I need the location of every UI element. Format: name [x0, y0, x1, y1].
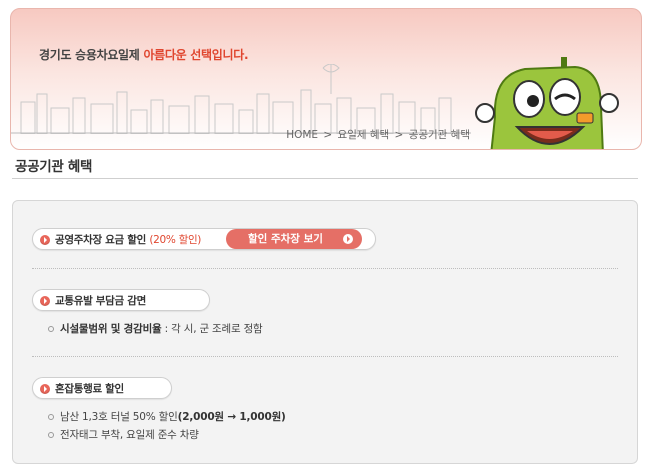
bullet-arrow-icon — [40, 384, 50, 394]
title-divider — [12, 178, 638, 179]
parking-discount-label: 공영주차장 요금 할인 — [55, 234, 146, 246]
section-divider — [32, 268, 618, 269]
city-skyline-illustration — [11, 64, 471, 134]
bullet-arrow-icon — [40, 235, 50, 245]
header-banner: 경기도 승용차요일제 아름다운 선택입니다. HOME > 요일제 혜택 > 공… — [10, 8, 642, 150]
view-discount-parking-label: 할인 주차장 보기 — [248, 233, 323, 245]
bullet-icon — [48, 432, 54, 438]
bullet-icon — [48, 414, 54, 420]
congestion-fee-detail-2-text: 전자태그 부착, 요일제 준수 차량 — [60, 429, 199, 441]
breadcrumb: HOME > 요일제 혜택 > 공공기관 혜택 — [285, 127, 471, 142]
tagline-prefix: 경기도 승용차요일제 — [39, 48, 140, 62]
bullet-icon — [48, 326, 54, 332]
breadcrumb-home[interactable]: HOME — [286, 129, 318, 141]
car-mascot-illustration — [475, 57, 619, 149]
breadcrumb-current: 공공기관 혜택 — [408, 129, 470, 141]
congestion-fee-label: 혼잡통행료 할인 — [55, 383, 124, 395]
congestion-fee-heading: 혼잡통행료 할인 — [32, 377, 172, 399]
page-title: 공공기관 혜택 — [15, 159, 93, 175]
section-divider — [32, 356, 618, 357]
traffic-fee-detail-text: : 각 시, 군 조례로 정함 — [164, 323, 263, 335]
congestion-fee-detail-2: 전자태그 부착, 요일제 준수 차량 — [48, 427, 199, 442]
breadcrumb-separator: > — [323, 129, 333, 141]
parking-discount-rate: (20% 할인) — [149, 234, 202, 246]
view-discount-parking-button[interactable]: 할인 주차장 보기 — [226, 229, 362, 249]
breadcrumb-separator: > — [394, 129, 404, 141]
breadcrumb-benefits[interactable]: 요일제 혜택 — [338, 129, 390, 141]
traffic-fee-heading: 교통유발 부담금 감면 — [32, 289, 210, 311]
tagline-accent: 아름다운 선택입니다. — [143, 48, 249, 62]
congestion-fee-detail-1-text: 남산 1,3호 터널 50% 할인 — [60, 411, 178, 423]
traffic-fee-detail-bold: 시설물범위 및 경감비율 — [60, 323, 162, 335]
arrow-right-icon — [343, 234, 353, 244]
traffic-fee-detail: 시설물범위 및 경감비율 : 각 시, 군 조례로 정함 — [48, 321, 263, 336]
tagline: 경기도 승용차요일제 아름다운 선택입니다. — [39, 46, 249, 63]
traffic-fee-label: 교통유발 부담금 감면 — [55, 295, 146, 307]
bullet-arrow-icon — [40, 296, 50, 306]
congestion-fee-detail-1-bold: (2,000원 → 1,000원) — [177, 411, 286, 423]
congestion-fee-detail-1: 남산 1,3호 터널 50% 할인(2,000원 → 1,000원) — [48, 409, 286, 424]
